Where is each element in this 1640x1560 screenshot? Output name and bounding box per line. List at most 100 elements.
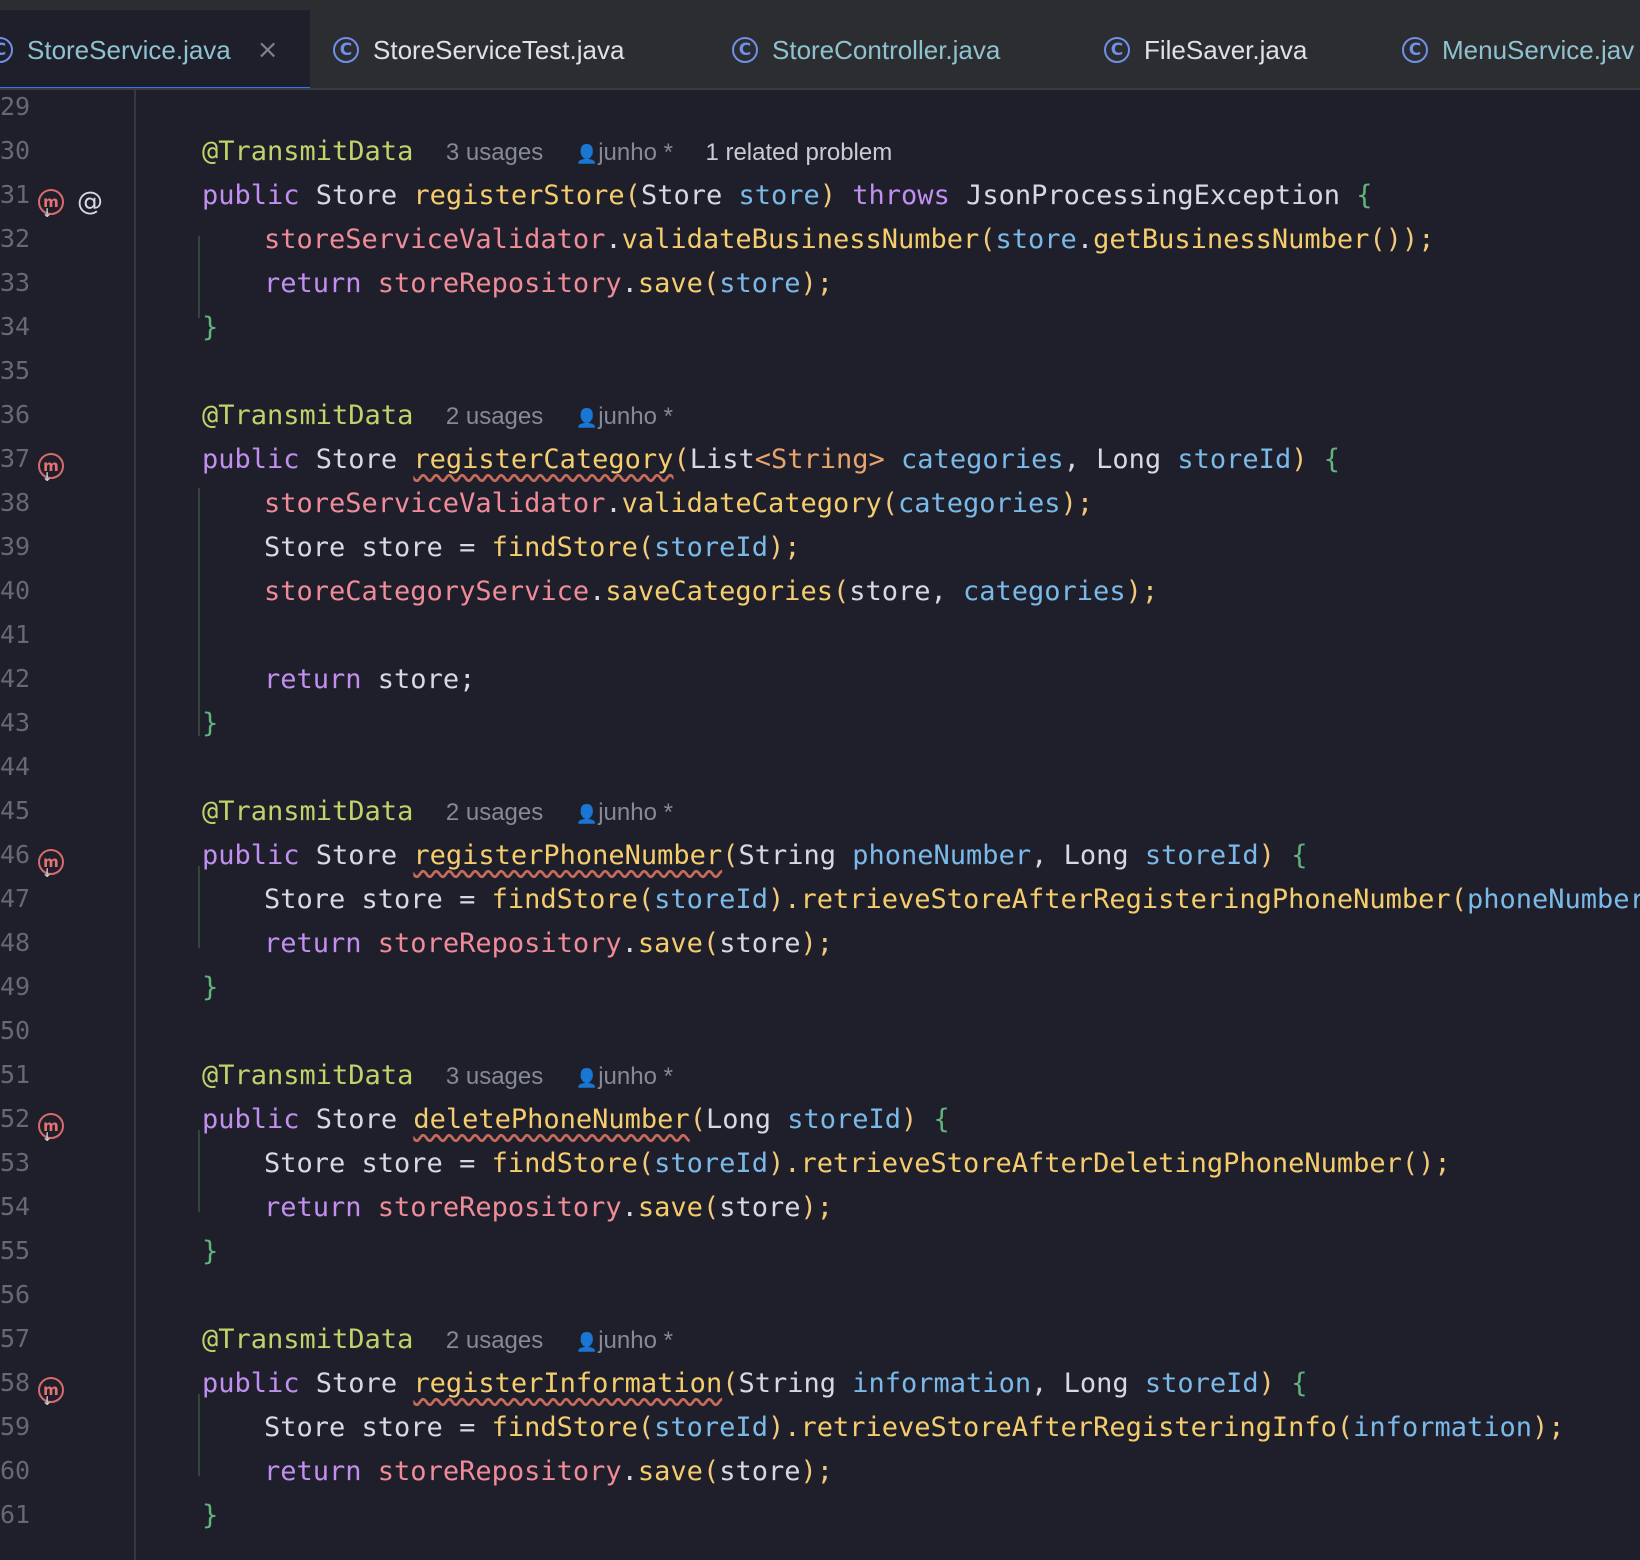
field-ref: storeRepository xyxy=(377,928,622,959)
paren: ( xyxy=(702,928,720,959)
param-type: Long xyxy=(1096,444,1178,475)
param-type: Long xyxy=(1063,1368,1145,1399)
usages-hint[interactable]: 2 usages xyxy=(446,1327,543,1354)
line-number: 29 xyxy=(0,92,30,121)
field-ref: storeCategoryService xyxy=(264,576,590,607)
param-name: phoneNumber xyxy=(852,840,1032,871)
field-ref: storeRepository xyxy=(377,268,622,299)
brace: { xyxy=(933,1104,950,1135)
implements-method-icon[interactable]: m xyxy=(38,189,64,220)
code-editor[interactable]: 29 30 @TransmitData 3 usages 👤junho * 1 … xyxy=(0,90,1640,1560)
paren: ) xyxy=(901,1104,934,1135)
problem-hint[interactable]: 1 related problem xyxy=(705,139,892,166)
return-value: store; xyxy=(377,664,476,695)
keyword: throws xyxy=(836,180,967,211)
code-text: return storeRepository.save(store); xyxy=(264,1456,833,1500)
author-hint[interactable]: junho * xyxy=(598,1327,673,1354)
code-line: 59 Store store = findStore(storeId).retr… xyxy=(0,1412,1640,1456)
declaration: Store store = xyxy=(264,1148,492,1179)
author-hint[interactable]: junho * xyxy=(598,403,673,430)
brace: { xyxy=(1356,180,1373,211)
tail: ); xyxy=(800,268,833,299)
paren: ) xyxy=(1258,840,1292,871)
dot: . xyxy=(605,488,622,519)
usages-hint[interactable]: 3 usages xyxy=(446,139,543,166)
param-name: storeId xyxy=(1144,840,1259,871)
param-name: storeId xyxy=(1144,1368,1259,1399)
code-text: public Store registerInformation(String … xyxy=(202,1368,1307,1412)
tab-storeservicetest[interactable]: C StoreServiceTest.java xyxy=(333,10,624,88)
code-line: 52 m public Store deletePhoneNumber(Long… xyxy=(0,1104,1640,1148)
line-number: 35 xyxy=(0,356,30,385)
method-call: retrieveStoreAfterRegisteringPhoneNumber xyxy=(800,884,1451,915)
method-call: findStore xyxy=(491,1412,638,1443)
tab-filesaver[interactable]: C FileSaver.java xyxy=(1104,10,1307,88)
implements-method-icon[interactable]: m xyxy=(38,453,64,484)
field-ref: storeServiceValidator xyxy=(264,488,606,519)
field-ref: storeRepository xyxy=(377,1192,622,1223)
keyword: public xyxy=(202,180,316,211)
code-text: Store store = findStore(storeId).retriev… xyxy=(264,1148,1451,1192)
keyword: return xyxy=(264,664,378,695)
code-text: return storeRepository.save(store); xyxy=(264,268,833,312)
paren: ( xyxy=(689,1104,706,1135)
annotation-icon[interactable]: @ xyxy=(76,187,104,217)
paren: ) xyxy=(1258,1368,1292,1399)
author-hint[interactable]: junho * xyxy=(598,139,673,166)
code-text: return store; xyxy=(264,664,475,708)
method-call: getBusinessNumber xyxy=(1093,224,1370,255)
tail: ); xyxy=(800,928,833,959)
line-number: 46 xyxy=(0,840,30,869)
implements-method-icon[interactable]: m xyxy=(38,1377,64,1408)
implements-method-icon[interactable]: m xyxy=(38,849,64,880)
line-number: 47 xyxy=(0,884,30,913)
author-hint[interactable]: junho * xyxy=(598,799,673,826)
code-line: 51 @TransmitData 3 usages 👤junho * xyxy=(0,1060,1640,1104)
method-call: save xyxy=(637,1192,703,1223)
brace: { xyxy=(1291,840,1308,871)
keyword: return xyxy=(264,1456,378,1487)
param-name: storeId xyxy=(1177,444,1292,475)
tab-storeservice[interactable]: C StoreService.java × xyxy=(0,10,310,88)
usages-hint[interactable]: 2 usages xyxy=(446,403,543,430)
dot: . xyxy=(589,576,606,607)
argument: storeId xyxy=(654,1148,768,1179)
code-line: 58 m public Store registerInformation(St… xyxy=(0,1368,1640,1412)
usages-hint[interactable]: 3 usages xyxy=(446,1063,543,1090)
argument: store xyxy=(719,1456,801,1487)
paren: ( xyxy=(702,1192,720,1223)
argument: storeId xyxy=(654,532,768,563)
param-type: Store xyxy=(640,180,739,211)
tail: ); xyxy=(1531,1412,1565,1443)
tab-label: StoreController.java xyxy=(772,34,1001,65)
code-line: 46 m public Store registerPhoneNumber(St… xyxy=(0,840,1640,884)
code-line: 34 } xyxy=(0,312,1640,356)
line-number: 32 xyxy=(0,224,30,253)
line-number: 57 xyxy=(0,1324,30,1353)
tab-menuservice[interactable]: C MenuService.jav xyxy=(1402,10,1634,88)
code-line: 49 } xyxy=(0,972,1640,1016)
window-top-strip xyxy=(0,0,1640,10)
code-line: 47 Store store = findStore(storeId).retr… xyxy=(0,884,1640,928)
implements-method-icon[interactable]: m xyxy=(38,1113,64,1144)
code-line: 60 return storeRepository.save(store); xyxy=(0,1456,1640,1500)
code-line: 44 xyxy=(0,752,1640,796)
close-icon[interactable]: × xyxy=(257,35,279,65)
brace: { xyxy=(1323,444,1340,475)
code-text: @TransmitData 2 usages 👤junho * xyxy=(202,1324,673,1368)
param-name: store xyxy=(738,180,820,211)
author-hint[interactable]: junho * xyxy=(598,1063,673,1090)
code-text: public Store registerStore(Store store) … xyxy=(202,180,1372,224)
tab-storecontroller[interactable]: C StoreController.java xyxy=(732,10,1001,88)
code-line: 50 xyxy=(0,1016,1640,1060)
line-number: 61 xyxy=(0,1500,30,1529)
class-icon: C xyxy=(333,37,359,63)
usages-hint[interactable]: 2 usages xyxy=(446,799,543,826)
argument: store xyxy=(719,928,801,959)
code-line: 35 xyxy=(0,356,1640,400)
paren: ( xyxy=(637,532,655,563)
dot: . xyxy=(1076,224,1094,255)
code-text: storeServiceValidator.validateBusinessNu… xyxy=(264,224,1434,268)
